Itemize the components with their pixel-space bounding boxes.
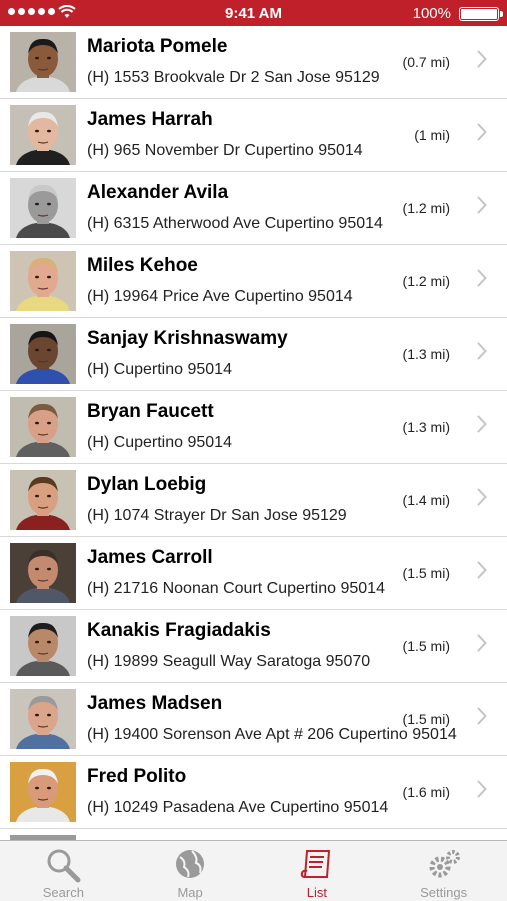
list-item[interactable]: Dylan Loebig (H) 1074 Strayer Dr San Jos…	[0, 464, 507, 537]
person-name: Kanakis Fragiadakis	[87, 620, 271, 641]
list-item[interactable]: Fred Polito (H) 10249 Pasadena Ave Cuper…	[0, 756, 507, 829]
list-item[interactable]: James Madsen (H) 19400 Sorenson Ave Apt …	[0, 683, 507, 756]
person-address: (H) 6315 Atherwood Ave Cupertino 95014	[87, 215, 383, 232]
person-address: (H) Cupertino 95014	[87, 361, 232, 378]
chevron-right-icon	[477, 634, 487, 652]
distance-label: (1.2 mi)	[402, 273, 450, 289]
distance-label: (1.2 mi)	[402, 200, 450, 216]
person-address: (H) 1074 Strayer Dr San Jose 95129	[87, 507, 347, 524]
distance-label: (1.4 mi)	[402, 492, 450, 508]
globe-icon	[170, 847, 210, 888]
person-name: Miles Kehoe	[87, 255, 198, 276]
mugshot-photo	[10, 543, 76, 603]
person-name: Mariota Pomele	[87, 36, 228, 57]
distance-label: (1.6 mi)	[402, 784, 450, 800]
person-address: (H) 10249 Pasadena Ave Cupertino 95014	[87, 799, 389, 816]
distance-label: (1.3 mi)	[402, 419, 450, 435]
mugshot-photo	[10, 32, 76, 92]
list-item[interactable]: Sanjay Krishnaswamy (H) Cupertino 95014 …	[0, 318, 507, 391]
chevron-right-icon	[477, 269, 487, 287]
person-address: (H) 965 November Dr Cupertino 95014	[87, 142, 363, 159]
distance-label: (1.5 mi)	[402, 638, 450, 654]
chevron-right-icon	[477, 415, 487, 433]
list-item[interactable]: Kanakis Fragiadakis (H) 19899 Seagull Wa…	[0, 610, 507, 683]
distance-label: (1.5 mi)	[402, 565, 450, 581]
tab-list[interactable]: List	[254, 841, 381, 901]
offender-list[interactable]: Mariota Pomele (H) 1553 Brookvale Dr 2 S…	[0, 26, 507, 840]
tab-search[interactable]: Search	[0, 841, 127, 901]
mugshot-photo	[10, 251, 76, 311]
list-item[interactable]: Miles Kehoe (H) 19964 Price Ave Cupertin…	[0, 245, 507, 318]
gears-icon	[424, 847, 464, 888]
person-name: James Carroll	[87, 547, 213, 568]
person-address: (H) 19400 Sorenson Ave Apt # 206 Cuperti…	[87, 726, 457, 743]
person-address: (H) 19964 Price Ave Cupertino 95014	[87, 288, 353, 305]
tab-map[interactable]: Map	[127, 841, 254, 901]
list-item-partial[interactable]	[0, 829, 507, 840]
person-address: (H) Cupertino 95014	[87, 434, 232, 451]
chevron-right-icon	[477, 196, 487, 214]
person-address: (H) 1553 Brookvale Dr 2 San Jose 95129	[87, 69, 380, 86]
chevron-right-icon	[477, 488, 487, 506]
person-name: Sanjay Krishnaswamy	[87, 328, 288, 349]
chevron-right-icon	[477, 342, 487, 360]
mugshot-photo	[10, 762, 76, 822]
person-name: Alexander Avila	[87, 182, 229, 203]
tab-settings[interactable]: Settings	[380, 841, 507, 901]
person-name: James Harrah	[87, 109, 213, 130]
list-item[interactable]: Mariota Pomele (H) 1553 Brookvale Dr 2 S…	[0, 26, 507, 99]
person-name: Fred Polito	[87, 766, 187, 787]
mugshot-photo	[10, 616, 76, 676]
person-address: (H) 21716 Noonan Court Cupertino 95014	[87, 580, 385, 597]
distance-label: (0.7 mi)	[402, 54, 450, 70]
list-item[interactable]: James Carroll (H) 21716 Noonan Court Cup…	[0, 537, 507, 610]
list-item[interactable]: Alexander Avila (H) 6315 Atherwood Ave C…	[0, 172, 507, 245]
list-item[interactable]: James Harrah (H) 965 November Dr Cuperti…	[0, 99, 507, 172]
status-bar: 9:41 AM 100%	[0, 0, 507, 26]
mugshot-photo	[10, 689, 76, 749]
tab-label: Map	[177, 885, 203, 900]
distance-label: (1.5 mi)	[402, 711, 450, 727]
tab-label: List	[306, 885, 327, 900]
magnifier-icon	[43, 847, 83, 888]
chevron-right-icon	[477, 707, 487, 725]
person-address: (H) 19899 Seagull Way Saratoga 95070	[87, 653, 371, 670]
list-item[interactable]: Bryan Faucett (H) Cupertino 95014 (1.3 m…	[0, 391, 507, 464]
mugshot-photo	[10, 324, 76, 384]
chevron-right-icon	[477, 123, 487, 141]
person-name: Bryan Faucett	[87, 401, 214, 422]
chevron-right-icon	[477, 561, 487, 579]
scroll-list-icon	[297, 847, 337, 888]
tab-bar: Search Map List Settings	[0, 840, 507, 901]
mugshot-photo	[10, 470, 76, 530]
person-name: Dylan Loebig	[87, 474, 207, 495]
tab-label: Search	[42, 885, 84, 900]
distance-label: (1 mi)	[414, 127, 450, 143]
mugshot-photo	[10, 178, 76, 238]
person-name: James Madsen	[87, 693, 223, 714]
tab-label: Settings	[420, 885, 468, 900]
mugshot-photo	[10, 397, 76, 457]
chevron-right-icon	[477, 780, 487, 798]
battery-percent: 100%	[412, 5, 451, 22]
distance-label: (1.3 mi)	[402, 346, 450, 362]
mugshot-photo	[10, 105, 76, 165]
battery-icon	[459, 7, 503, 21]
chevron-right-icon	[477, 50, 487, 68]
